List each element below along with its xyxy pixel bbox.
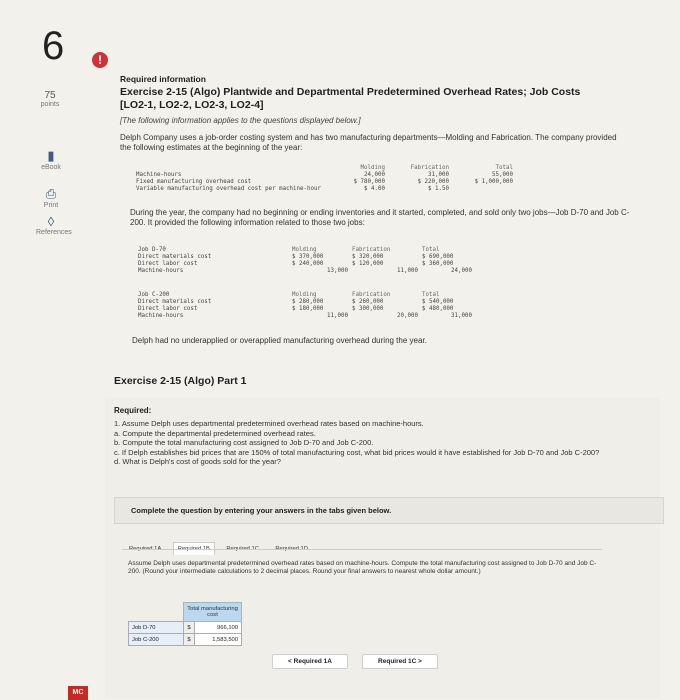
cell: $ 1,000,000 [474, 179, 513, 185]
col-molding: Molding [292, 292, 317, 298]
during-text: During the year, the company had no begi… [130, 208, 630, 227]
col-total: Total [422, 247, 440, 253]
references-label: References [36, 229, 72, 236]
cell: 11,000 [327, 313, 348, 319]
references-icon: ◊ [47, 214, 55, 229]
job-c200-table: Job C-200 Molding Fabrication Total Dire… [136, 292, 474, 320]
cell: $ 690,000 [422, 254, 454, 260]
print-label: Print [43, 202, 59, 209]
required-item: d. What is Delph's cost of goods sold fo… [114, 457, 281, 466]
required-label: Required: [114, 406, 152, 415]
answer-header: Total manufacturing cost [183, 602, 242, 622]
job-title: Job D-70 [138, 247, 166, 253]
mcgraw-hill-logo: MC [68, 686, 88, 700]
prev-required-button[interactable]: < Required 1A [272, 654, 348, 669]
required-item: 1. Assume Delph uses departmental predet… [114, 419, 424, 428]
ebook-tool[interactable]: ▮ eBook [36, 148, 66, 171]
alert-icon: ! [92, 52, 108, 68]
cell: 20,000 [397, 313, 418, 319]
col-fabrication: Fabrication [410, 165, 449, 171]
cell: $ 370,000 [292, 254, 324, 260]
complete-text: Complete the question by entering your a… [131, 506, 392, 515]
answer-row-label: Job C-200 [128, 633, 184, 646]
cell: $ 4.00 [364, 186, 385, 192]
cell: $ 280,000 [292, 299, 324, 305]
row-label: Direct labor cost [138, 261, 198, 267]
question-number: 6 [42, 24, 65, 68]
answer-row-label: Job D-70 [128, 621, 184, 634]
cell: $ 480,000 [422, 306, 454, 312]
col-total: Total [495, 165, 513, 171]
row-label: Variable manufacturing overhead cost per… [136, 186, 321, 192]
col-molding: Molding [360, 165, 385, 171]
required-item: b. Compute the total manufacturing cost … [114, 438, 374, 447]
answer-table: Total manufacturing cost Job D-70 $ 966,… [128, 602, 242, 646]
points-value: 75 [44, 90, 56, 101]
cell: 31,000 [451, 313, 472, 319]
col-molding: Molding [292, 247, 317, 253]
job-title: Job C-200 [138, 292, 170, 298]
points-label: points [40, 101, 60, 108]
next-required-button[interactable]: Required 1C > [362, 654, 438, 669]
answer-input-job-d70[interactable]: 966,100 [194, 621, 242, 634]
info-note: [The following information applies to th… [120, 116, 361, 125]
ebook-label: eBook [41, 164, 61, 171]
cell: 31,000 [428, 172, 449, 178]
cell: 24,000 [364, 172, 385, 178]
row-label: Direct labor cost [138, 306, 198, 312]
cell: $ 180,000 [292, 306, 324, 312]
closing-text: Delph had no underapplied or overapplied… [132, 336, 427, 345]
row-label: Machine-hours [138, 268, 184, 274]
cell: $ 320,000 [352, 254, 384, 260]
cell [451, 186, 515, 193]
intro-text: Delph Company uses a job-order costing s… [120, 133, 617, 152]
col-fabrication: Fabrication [352, 292, 391, 298]
book-icon: ▮ [47, 148, 55, 163]
cell: $ 1.50 [428, 186, 449, 192]
row-label: Machine-hours [136, 172, 182, 178]
cell: $ 220,000 [417, 179, 449, 185]
part-title: Exercise 2-15 (Algo) Part 1 [114, 375, 247, 387]
row-label: Machine-hours [138, 313, 184, 319]
row-label: Direct materials cost [138, 299, 212, 305]
cell: $ 120,000 [352, 261, 384, 267]
answer-input-job-c200[interactable]: 1,583,500 [194, 633, 242, 646]
info-heading: Required information [120, 74, 206, 84]
cell: $ 300,000 [352, 306, 384, 312]
required-information: Required information Exercise 2-15 (Algo… [120, 70, 660, 153]
currency-symbol: $ [183, 621, 195, 634]
job-d70-table: Job D-70 Molding Fabrication Total Direc… [136, 247, 474, 275]
complete-instruction-box: Complete the question by entering your a… [114, 497, 664, 524]
col-fabrication: Fabrication [352, 247, 391, 253]
cell: $ 540,000 [422, 299, 454, 305]
cell: $ 360,000 [422, 261, 454, 267]
exercise-title: Exercise 2-15 (Algo) Plantwide and Depar… [120, 86, 581, 111]
row-label: Fixed manufacturing overhead cost [136, 179, 252, 185]
tab-instructions: Assume Delph uses departmental predeterm… [128, 560, 597, 575]
points-indicator: 75 points [28, 90, 72, 108]
cell: 24,000 [451, 268, 472, 274]
required-item: c. If Delph establishes bid prices that … [114, 447, 600, 457]
references-tool[interactable]: ◊ References [36, 214, 72, 236]
cell: 11,000 [397, 268, 418, 274]
print-icon: ⎙ [45, 186, 57, 201]
required-item: a. Compute the departmental predetermine… [114, 428, 316, 438]
print-tool[interactable]: ⎙ Print [36, 186, 66, 209]
row-label: Direct materials cost [138, 254, 212, 260]
cell: 55,000 [492, 172, 513, 178]
required-list: 1. Assume Delph uses departmental predet… [114, 419, 654, 467]
cell: $ 240,000 [292, 261, 324, 267]
cell: 13,000 [327, 268, 348, 274]
currency-symbol: $ [183, 633, 195, 646]
col-total: Total [422, 292, 440, 298]
estimates-table: Molding Fabrication Total Machine-hours … [134, 165, 515, 193]
cell: $ 260,000 [352, 299, 384, 305]
cell: $ 780,000 [353, 179, 385, 185]
